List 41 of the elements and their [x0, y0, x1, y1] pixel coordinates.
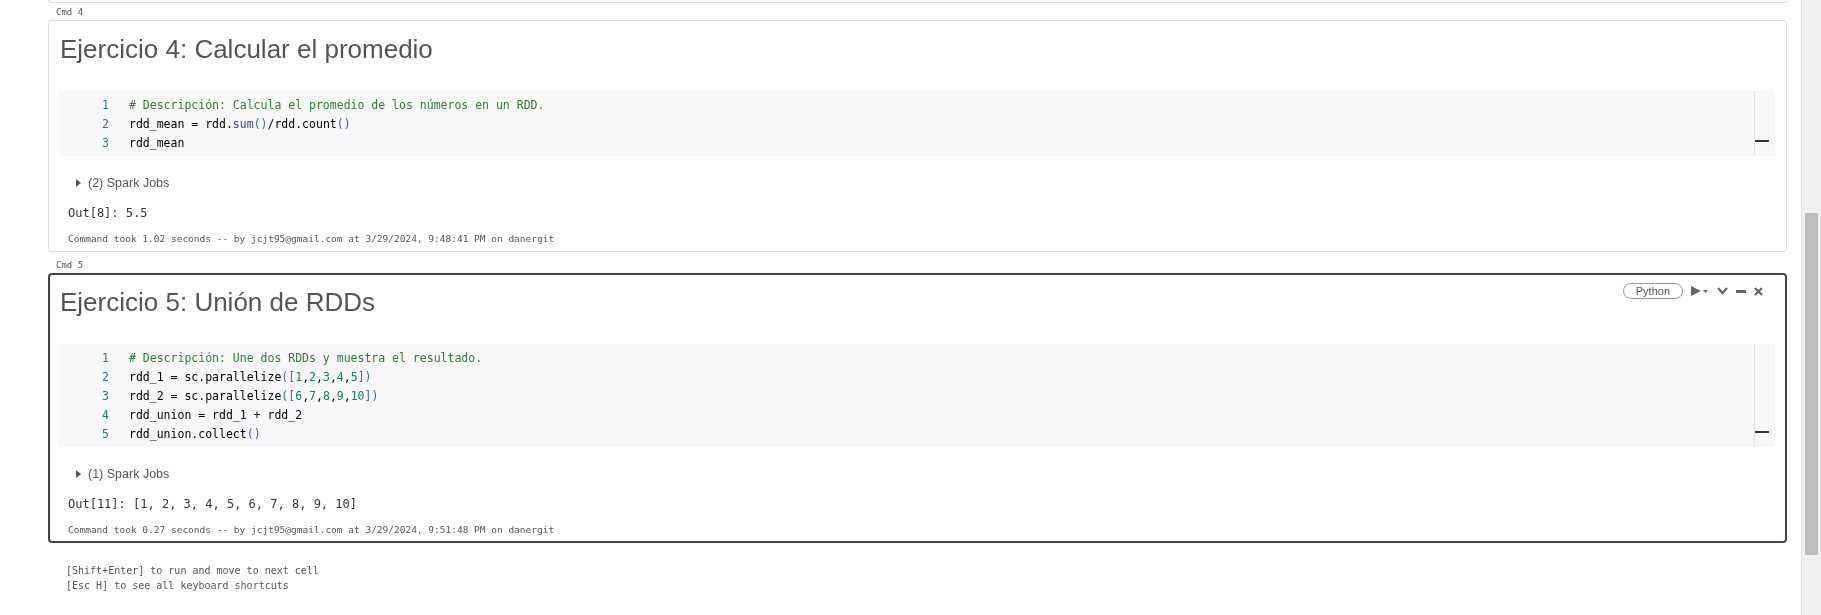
- line-number: 4: [101, 407, 110, 422]
- line-number: 5: [101, 426, 110, 441]
- code-line: # Descripción: Une dos RDDs y muestra el resultado.: [129, 350, 483, 365]
- notebook-cell[interactable]: [48, 273, 1787, 543]
- line-number: 1: [101, 350, 110, 365]
- code-editor[interactable]: 1 # Descripción: Calcula el promedio de los números en un RDD. 2 rdd_mean = rdd.sum()/rdd.count() 3 rdd_mean: [59, 91, 1775, 156]
- code-line: rdd_union.collect(): [129, 426, 261, 441]
- spark-jobs-toggle[interactable]: (2) Spark Jobs: [76, 176, 170, 190]
- cell-label: Cmd 4: [56, 7, 85, 17]
- code-line: rdd_mean = rdd.sum()/rdd.count(): [129, 116, 351, 131]
- line-number: 3: [101, 388, 110, 403]
- chevron-down-icon[interactable]: [1717, 287, 1728, 295]
- code-line: rdd_1 = sc.parallelize([1,2,3,4,5]): [129, 369, 372, 384]
- minimize-icon[interactable]: [1736, 289, 1746, 293]
- scrollbar-thumb[interactable]: [1805, 213, 1818, 555]
- line-number: 2: [101, 369, 110, 384]
- command-info: Command took 0.27 seconds -- by jcjt95@gmail.com at 3/29/2024, 9:51:48 PM on danergit: [68, 524, 556, 535]
- shortcut-hint: [Esc H] to see all keyboard shortcuts: [66, 580, 290, 591]
- scroll-marker: [1755, 140, 1769, 142]
- code-line: rdd_mean: [129, 135, 185, 150]
- cell-output: Out[11]: [1, 2, 3, 4, 5, 6, 7, 8, 9, 10]: [68, 497, 358, 511]
- spark-jobs-toggle[interactable]: (1) Spark Jobs: [76, 467, 170, 481]
- shortcut-hint: [Shift+Enter] to run and move to next cell: [66, 565, 320, 576]
- line-number: 2: [101, 116, 110, 131]
- close-icon[interactable]: [1754, 286, 1763, 296]
- code-editor[interactable]: 1 # Descripción: Une dos RDDs y muestra el resultado. 2 rdd_1 = sc.parallelize([1,2,3,4,5]) 3 rdd_2 = sc.parallelize([6,7,8,9,10]) 4 rdd_union = rdd_1 + rdd_2 5 rdd_union.collect(): [59, 344, 1775, 447]
- cell-output: Out[8]: 5.5: [68, 206, 149, 220]
- code-line: rdd_union = rdd_1 + rdd_2: [129, 407, 303, 422]
- line-number: 1: [101, 97, 110, 112]
- code-line: # Descripción: Calcula el promedio de los números en un RDD.: [129, 97, 545, 112]
- command-info: Command took 1.02 seconds -- by jcjt95@gmail.com at 3/29/2024, 9:48:41 PM on danergit: [68, 233, 556, 244]
- caret-right-icon: [76, 470, 82, 478]
- language-button[interactable]: Python: [1622, 283, 1683, 299]
- cell-label: Cmd 5: [56, 260, 85, 270]
- scroll-marker: [1755, 431, 1769, 433]
- caret-right-icon: [76, 179, 82, 187]
- code-line: rdd_2 = sc.parallelize([6,7,8,9,10]): [129, 388, 379, 403]
- line-number: 3: [101, 135, 110, 150]
- cell-title: Ejercicio 4: Calcular el promedio: [60, 33, 433, 66]
- cell-title: Ejercicio 5: Unión de RDDs: [60, 286, 375, 319]
- run-icon[interactable]: [1691, 285, 1709, 297]
